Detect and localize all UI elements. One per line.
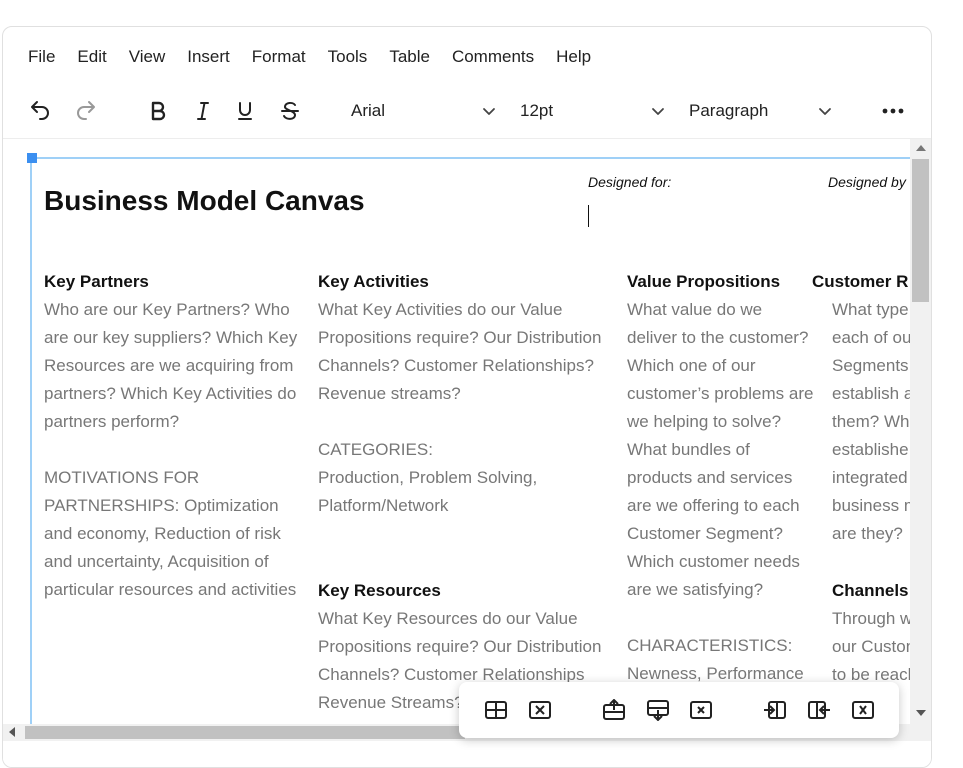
font-size-value: 12pt (520, 101, 554, 120)
insert-row-after-icon (647, 700, 669, 721)
chevron-down-icon (819, 108, 831, 115)
key-partners-cell[interactable]: Key Partners Who are our Key Partners? W… (44, 268, 309, 604)
menubar: File Edit View Insert Format Tools Table… (3, 45, 591, 69)
font-family-value: Arial (351, 101, 386, 120)
insert-row-before-button[interactable] (600, 696, 628, 724)
strikethrough-button[interactable] (275, 91, 305, 131)
channels-heading: Channels (832, 581, 909, 600)
designed-for-label: Designed for: (588, 174, 672, 190)
delete-row-button[interactable] (687, 696, 715, 724)
customer-relationships-cell[interactable]: Customer R What type each of ou Segments… (812, 268, 910, 548)
italic-button[interactable] (188, 91, 218, 131)
scroll-left-icon[interactable] (9, 727, 15, 737)
channels-cell[interactable]: Channels Through w our Custon to be reac… (832, 577, 910, 689)
delete-table-button[interactable] (526, 696, 554, 724)
key-partners-heading: Key Partners (44, 272, 149, 291)
vertical-scrollbar[interactable] (910, 139, 931, 724)
menu-comments[interactable]: Comments (452, 47, 534, 67)
more-icon (882, 108, 904, 114)
menu-format[interactable]: Format (252, 47, 306, 67)
value-propositions-body: What value do we deliver to the customer… (627, 300, 814, 683)
customer-relationships-heading: Customer R (812, 272, 909, 291)
delete-column-icon (852, 701, 874, 719)
redo-icon (77, 101, 95, 120)
insert-row-before-icon (603, 699, 625, 720)
key-activities-cell[interactable]: Key Activities What Key Activities do ou… (318, 268, 608, 520)
font-family-select[interactable]: Arial (351, 91, 501, 131)
page-title: Business Model Canvas (44, 185, 365, 216)
font-size-select[interactable]: 12pt (520, 91, 670, 131)
table-select-handle[interactable] (27, 153, 37, 163)
scroll-up-icon[interactable] (916, 145, 926, 151)
undo-icon (31, 101, 49, 120)
bold-button[interactable] (143, 91, 173, 131)
underline-button[interactable] (230, 91, 260, 131)
scroll-down-icon[interactable] (916, 710, 926, 716)
delete-table-icon (529, 701, 551, 719)
insert-column-after-button[interactable] (805, 696, 833, 724)
status-bar (3, 741, 931, 767)
block-format-select[interactable]: Paragraph (689, 91, 839, 131)
chevron-down-icon (483, 108, 495, 115)
italic-icon (197, 102, 209, 120)
key-activities-heading: Key Activities (318, 272, 429, 291)
delete-column-button[interactable] (849, 696, 877, 724)
table-context-toolbar (459, 682, 899, 738)
undo-button[interactable] (25, 91, 55, 131)
block-format-value: Paragraph (689, 101, 769, 120)
toolbar: Arial 12pt Paragraph (3, 91, 931, 131)
horizontal-scroll-thumb[interactable] (25, 726, 465, 739)
delete-row-icon (690, 701, 712, 719)
strikethrough-icon (281, 101, 299, 120)
value-propositions-heading: Value Propositions (627, 272, 781, 291)
value-propositions-cell[interactable]: Value Propositions What value do we deli… (627, 268, 815, 688)
channels-body: Through w our Custon to be reach (832, 609, 910, 684)
insert-column-before-icon (764, 701, 786, 719)
menu-table[interactable]: Table (389, 47, 430, 67)
menu-file[interactable]: File (28, 47, 55, 67)
redo-button[interactable] (71, 91, 101, 131)
editor-window: File Edit View Insert Format Tools Table… (2, 26, 932, 768)
menu-edit[interactable]: Edit (77, 47, 106, 67)
table-properties-button[interactable] (482, 696, 510, 724)
table-properties-icon (485, 701, 507, 719)
designed-by-label: Designed by (828, 174, 906, 190)
menu-view[interactable]: View (129, 47, 166, 67)
underline-icon (238, 102, 252, 120)
key-partners-body: Who are our Key Partners? Who are our ke… (44, 300, 298, 599)
insert-column-after-icon (808, 701, 830, 719)
key-resources-heading: Key Resources (318, 581, 441, 600)
vertical-scroll-thumb[interactable] (912, 159, 929, 302)
more-button[interactable] (878, 91, 908, 131)
chevron-down-icon (652, 108, 664, 115)
text-caret (588, 205, 589, 227)
menu-help[interactable]: Help (556, 47, 591, 67)
document-area[interactable]: Designed for: Designed by Business Model… (13, 139, 910, 724)
menu-insert[interactable]: Insert (187, 47, 230, 67)
insert-column-before-button[interactable] (761, 696, 789, 724)
insert-row-after-button[interactable] (644, 696, 672, 724)
bold-icon (151, 101, 166, 121)
customer-relationships-body: What type each of ou Segments establish … (832, 300, 910, 543)
key-activities-body: What Key Activities do our Value Proposi… (318, 300, 602, 515)
menu-tools[interactable]: Tools (328, 47, 368, 67)
